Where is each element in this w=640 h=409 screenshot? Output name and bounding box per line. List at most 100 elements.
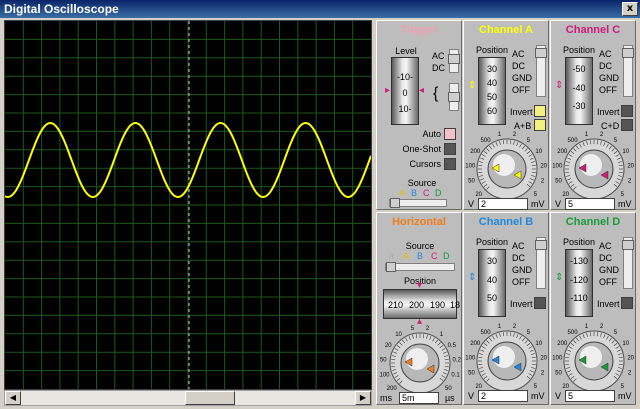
trigger-panel: Trigger Level -10- 0 10- ▸ ◂ AC DC { Aut… xyxy=(376,20,462,210)
dial-label: 5 xyxy=(614,138,618,144)
channel-d-position-drum[interactable]: -130 -120 -110 xyxy=(565,249,593,317)
channel-d-volts-dial[interactable]: 20 50 100 200500 1 2 5 10 20 2 5 xyxy=(551,321,637,393)
dial-label: 2 xyxy=(541,370,545,376)
close-button[interactable]: x xyxy=(622,2,638,16)
channel-c-position-arrow-icon: ⇕ xyxy=(555,80,564,91)
trigger-edge-slider[interactable] xyxy=(448,83,460,111)
channel-a-position-drum[interactable]: 30 40 50 60 xyxy=(478,57,506,125)
channel-a-volts-field[interactable]: 2 xyxy=(478,198,528,210)
channel-c-title: Channel C xyxy=(565,24,621,36)
dial-label: 20 xyxy=(475,192,482,198)
h-source-b: B xyxy=(417,251,424,261)
channel-d-ac-label: AC xyxy=(599,241,612,251)
channel-d-coupling-slider[interactable] xyxy=(622,237,634,289)
level-label: Level xyxy=(395,46,417,56)
dial-label: 200 xyxy=(470,149,481,155)
channel-b-invert-button[interactable] xyxy=(534,297,546,309)
dial-label: 5 xyxy=(534,192,538,198)
channel-a-volts-dial[interactable]: 20 50 100 200500 1 2 5 10 20 2 5 xyxy=(464,129,550,201)
scroll-thumb[interactable] xyxy=(185,391,235,405)
channel-b-volts-field[interactable]: 2 xyxy=(478,390,528,402)
channel-a-panel: Channel A Position 30 40 50 60 ⇕ AC DC GND OFF Inve… xyxy=(463,20,549,210)
channel-d-panel: Channel D Position -130 -120 -110 ⇕ AC DC GND OFF… xyxy=(550,212,636,405)
channel-b-panel: Channel B Position 30 40 50 ⇕ AC DC GND OFF Invert… xyxy=(463,212,549,405)
h-marker-top-icon: ▾ xyxy=(417,280,423,291)
channel-c-invert-button[interactable] xyxy=(621,105,633,117)
level-drum[interactable]: -10- 0 10- xyxy=(391,57,419,125)
dial-label: 10 xyxy=(535,149,542,155)
channel-d-gnd-label: GND xyxy=(599,265,619,275)
channel-a-ac-label: AC xyxy=(512,49,525,59)
horizontal-scrollbar[interactable]: ◀ ▶ xyxy=(4,390,372,406)
level-tick: 0 xyxy=(402,88,408,98)
horizontal-panel: Horizontal Source /t A B C D Position 21… xyxy=(376,212,462,405)
dial-label: 50 xyxy=(380,357,387,363)
dial-label: 20 xyxy=(627,163,634,169)
channel-c-volts-field[interactable]: 5 xyxy=(565,198,615,210)
one-shot-label: One-Shot xyxy=(402,144,441,154)
timebase-dial[interactable]: 200 100 50 2010 5 2 1 0.5 0.2 0.1 50 xyxy=(377,323,463,395)
channel-a-v-label: V xyxy=(468,199,475,209)
ms-label: ms xyxy=(380,393,392,403)
cursors-button[interactable] xyxy=(444,158,456,170)
dial-label: 200 xyxy=(557,149,568,155)
dial-label: 100 xyxy=(552,355,563,361)
timebase-field[interactable]: 5m xyxy=(399,392,439,404)
h-scale: 18 xyxy=(450,300,461,310)
channel-a-gnd-label: GND xyxy=(512,73,532,83)
dial-label: 0.2 xyxy=(453,357,462,363)
horizontal-title: Horizontal xyxy=(392,216,446,228)
channel-b-dc-label: DC xyxy=(512,253,525,263)
channel-b-position-drum[interactable]: 30 40 50 xyxy=(478,249,506,317)
channel-c-position-drum[interactable]: -50 -40 -30 xyxy=(565,57,593,125)
channel-b-volts-dial[interactable]: 20 50 100 200500 1 2 5 10 20 2 5 xyxy=(464,321,550,393)
dial-knob-highlight xyxy=(580,346,602,368)
dial-label: 20 xyxy=(385,343,392,349)
dial-label: 500 xyxy=(568,330,579,336)
horizontal-source-label: Source xyxy=(405,241,435,251)
h-source-off: /t xyxy=(389,251,395,261)
dial-label: 50 xyxy=(555,370,562,376)
trigger-source-label: Source xyxy=(407,178,437,188)
channel-c-volts-dial[interactable]: 20 50 100 200500 1 2 5 10 20 2 5 xyxy=(551,129,637,201)
channel-b-coupling-slider[interactable] xyxy=(535,237,547,289)
trigger-coupling-slider[interactable] xyxy=(448,49,460,73)
drum-tick: -130 xyxy=(569,256,588,266)
channel-a-invert-label: Invert xyxy=(510,107,533,117)
drum-tick: 50 xyxy=(486,293,497,304)
dial-label: 1 xyxy=(498,324,502,330)
dial-label: 50 xyxy=(445,386,452,392)
channel-d-position-label: Position xyxy=(563,237,596,247)
trigger-source-slider[interactable] xyxy=(389,198,447,208)
dial-label: 10 xyxy=(622,149,629,155)
auto-button[interactable] xyxy=(444,128,456,140)
channel-c-coupling-slider[interactable] xyxy=(622,45,634,97)
horizontal-source-slider[interactable] xyxy=(385,262,455,272)
horizontal-position-drum[interactable]: 210 200 190 18 xyxy=(383,289,461,319)
channel-d-invert-button[interactable] xyxy=(621,297,633,309)
channel-a-unit-label: mV xyxy=(531,199,545,209)
channel-a-invert-button[interactable] xyxy=(534,105,546,117)
channel-b-position-arrow-icon: ⇕ xyxy=(468,272,477,283)
dial-label: 200 xyxy=(470,341,481,347)
dial-label: 5 xyxy=(527,138,531,144)
dial-label: 100 xyxy=(465,163,476,169)
dial-label: 50 xyxy=(555,178,562,184)
channel-c-off-label: OFF xyxy=(599,85,617,95)
level-marker-left-icon: ▸ xyxy=(385,85,391,96)
one-shot-button[interactable] xyxy=(444,143,456,155)
channel-d-invert-label: Invert xyxy=(597,299,620,309)
channel-a-coupling-slider[interactable] xyxy=(535,45,547,97)
trigger-dc-label: DC xyxy=(432,63,445,73)
h-scale: 200 xyxy=(409,300,425,310)
scroll-left-button[interactable]: ◀ xyxy=(5,391,21,405)
title-bar[interactable]: Digital Oscilloscope x xyxy=(0,0,640,18)
scroll-right-button[interactable]: ▶ xyxy=(355,391,371,405)
trigger-ac-label: AC xyxy=(432,51,445,61)
channel-b-ac-label: AC xyxy=(512,241,525,251)
channel-d-dc-label: DC xyxy=(599,253,612,263)
dial-label: 2 xyxy=(426,326,430,332)
drum-tick: 30 xyxy=(486,256,497,266)
channel-a-position-arrow-icon: ⇕ xyxy=(468,80,477,91)
channel-d-volts-field[interactable]: 5 xyxy=(565,390,615,402)
